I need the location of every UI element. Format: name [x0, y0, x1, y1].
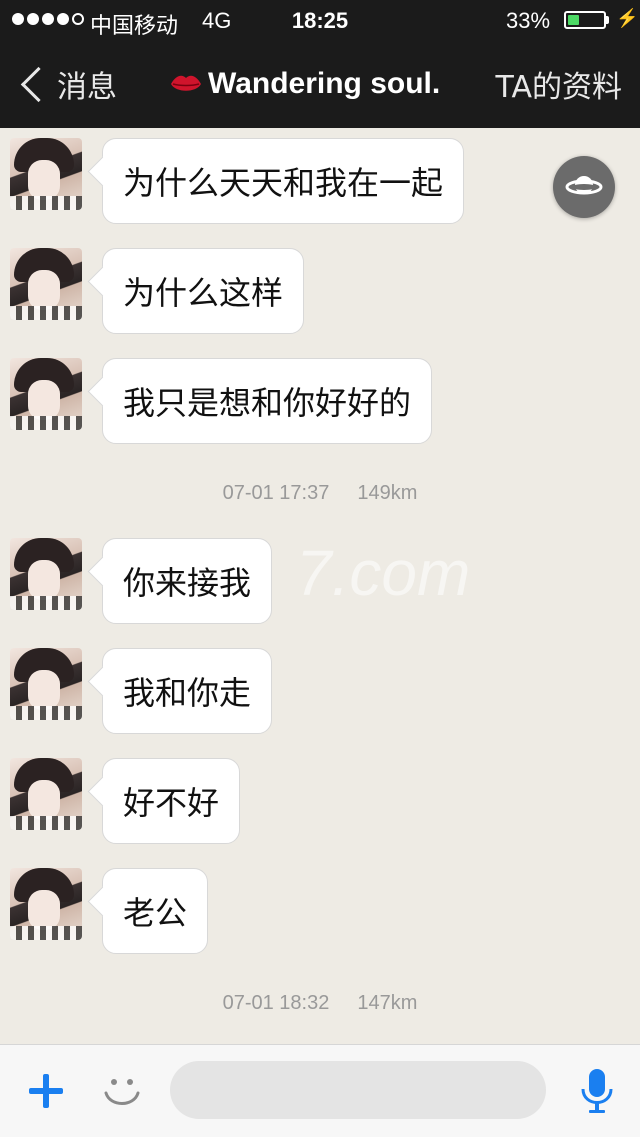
avatar[interactable] — [10, 358, 82, 430]
plus-icon[interactable] — [26, 1071, 66, 1111]
avatar[interactable] — [10, 538, 82, 610]
avatar[interactable] — [10, 248, 82, 320]
timestamp: 07-01 17:37 149km — [0, 482, 640, 505]
back-label: 消息 — [57, 70, 117, 105]
battery-icon — [564, 11, 606, 29]
message-bubble[interactable]: 我只是想和你好好的 — [102, 358, 433, 444]
lips-icon — [171, 75, 201, 91]
chat-title: Wandering soul. — [170, 40, 440, 128]
avatar[interactable] — [10, 648, 82, 720]
floating-planet-button[interactable] — [553, 156, 615, 218]
charging-icon: ⚡ — [616, 8, 639, 28]
battery-percent: 33% — [506, 8, 551, 33]
timestamp: 07-01 18:32 147km — [0, 992, 640, 1015]
message-bubble[interactable]: 你来接我 — [102, 538, 273, 624]
message-bubble[interactable]: 老公 — [102, 868, 209, 954]
microphone-icon[interactable] — [580, 1067, 614, 1115]
timestamp-time: 07-01 17:37 — [222, 482, 330, 504]
avatar[interactable] — [10, 138, 82, 210]
back-button[interactable]: 消息 — [14, 40, 117, 128]
profile-button[interactable]: TA的资料 — [495, 40, 622, 128]
message-bubble[interactable]: 好不好 — [102, 758, 241, 844]
battery-tip — [606, 16, 609, 24]
watermark: 7.com — [296, 537, 471, 609]
input-bar — [0, 1044, 640, 1137]
timestamp-distance: 147km — [357, 992, 418, 1014]
emoji-icon[interactable] — [100, 1069, 144, 1113]
chevron-left-icon — [20, 66, 57, 102]
timestamp-time: 07-01 18:32 — [222, 992, 330, 1014]
navigation-bar: 消息 Wandering soul. TA的资料 — [0, 40, 640, 128]
avatar[interactable] — [10, 868, 82, 940]
message-bubble[interactable]: 为什么天天和我在一起 — [102, 138, 465, 224]
message-input[interactable] — [170, 1061, 546, 1119]
message-bubble[interactable]: 为什么这样 — [102, 248, 305, 334]
contact-name: Wandering soul. — [208, 67, 441, 100]
planet-icon — [565, 176, 603, 195]
message-bubble[interactable]: 我和你走 — [102, 648, 273, 734]
avatar[interactable] — [10, 758, 82, 830]
status-bar: 中国移动 4G 18:25 33% ⚡ — [0, 0, 640, 40]
timestamp-distance: 149km — [357, 482, 418, 504]
